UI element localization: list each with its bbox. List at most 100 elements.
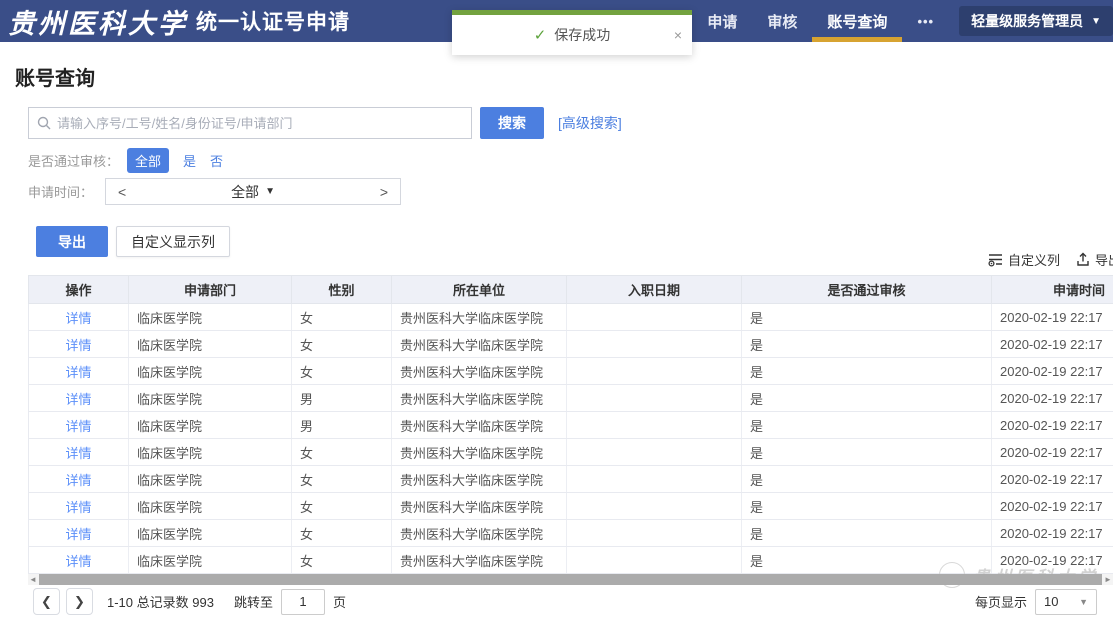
chevron-left-icon: ❮: [41, 594, 52, 610]
cell-approved: 是: [742, 385, 992, 412]
per-page-control: 每页显示 10 ▼: [975, 589, 1097, 615]
scroll-left-icon[interactable]: ◄: [28, 574, 38, 585]
advanced-search-link[interactable]: [高级搜索]: [558, 113, 622, 133]
prev-page-button[interactable]: ❮: [33, 588, 60, 615]
user-role-dropdown[interactable]: 轻量级服务管理员 ▼: [959, 6, 1113, 36]
audit-filter-label: 是否通过审核：: [28, 151, 119, 170]
cell-apply-time: 2020-02-19 22:17: [992, 358, 1113, 385]
cell-apply-time: 2020-02-19 22:17: [992, 331, 1113, 358]
next-page-button[interactable]: ❯: [66, 588, 93, 615]
cell-unit: 贵州医科大学临床医学院: [392, 493, 567, 520]
cell-gender: 男: [292, 385, 392, 412]
nav-more-button[interactable]: •••: [902, 0, 949, 42]
pager-controls: ❮ ❯: [33, 588, 93, 615]
cell-apply-time: 2020-02-19 22:17: [992, 412, 1113, 439]
results-table: 操作 申请部门 性别 所在单位 入职日期 是否通过审核 申请时间 详情 临床医学…: [28, 275, 1113, 574]
cell-gender: 女: [292, 547, 392, 574]
table-links: 自定义列 导出: [988, 250, 1113, 269]
col-header-unit: 所在单位: [392, 276, 567, 304]
col-header-approved: 是否通过审核: [742, 276, 992, 304]
per-page-label: 每页显示: [975, 592, 1027, 611]
scroll-right-icon[interactable]: ►: [1103, 574, 1113, 585]
detail-link[interactable]: 详情: [65, 446, 91, 461]
export-link-label: 导出: [1095, 250, 1113, 269]
detail-link[interactable]: 详情: [65, 311, 91, 326]
user-role-label: 轻量级服务管理员: [971, 11, 1083, 31]
jump-page-input[interactable]: [281, 589, 325, 615]
cell-gender: 女: [292, 493, 392, 520]
app-title: 统一认证号申请: [196, 6, 350, 36]
chevron-down-icon: ▼: [1079, 597, 1088, 607]
nav-item-apply[interactable]: 申请: [692, 0, 752, 42]
horizontal-scrollbar[interactable]: ◄ ►: [28, 574, 1113, 585]
close-icon[interactable]: ×: [674, 28, 682, 42]
cell-unit: 贵州医科大学临床医学院: [392, 358, 567, 385]
cell-hire-date: [567, 358, 742, 385]
page-unit-label: 页: [333, 592, 346, 611]
per-page-value: 10: [1044, 594, 1058, 609]
col-header-apply-time: 申请时间: [992, 276, 1113, 304]
cell-approved: 是: [742, 520, 992, 547]
per-page-select[interactable]: 10 ▼: [1035, 589, 1097, 615]
col-header-gender: 性别: [292, 276, 392, 304]
search-button[interactable]: 搜索: [480, 107, 544, 139]
cell-gender: 女: [292, 331, 392, 358]
cell-department: 临床医学院: [129, 358, 292, 385]
chevron-down-icon: ▼: [1091, 16, 1101, 27]
detail-link[interactable]: 详情: [65, 554, 91, 569]
customize-columns-link-label: 自定义列: [1008, 250, 1060, 269]
search-input[interactable]: [57, 116, 463, 131]
cell-department: 临床医学院: [129, 439, 292, 466]
table-row: 详情 临床医学院 女 贵州医科大学临床医学院 是 2020-02-19 22:1…: [29, 358, 1113, 385]
next-period-icon[interactable]: >: [380, 184, 388, 200]
cell-department: 临床医学院: [129, 547, 292, 574]
export-link[interactable]: 导出: [1076, 250, 1113, 269]
customize-columns-link[interactable]: 自定义列: [988, 250, 1060, 269]
cell-department: 临床医学院: [129, 331, 292, 358]
detail-link[interactable]: 详情: [65, 500, 91, 515]
table-row: 详情 临床医学院 女 贵州医科大学临床医学院 是 2020-02-19 22:1…: [29, 439, 1113, 466]
cell-gender: 女: [292, 520, 392, 547]
prev-period-icon[interactable]: <: [118, 184, 126, 200]
time-filter-row: 申请时间： < 全部 ▼ >: [28, 178, 401, 205]
cell-gender: 女: [292, 466, 392, 493]
audit-option-no[interactable]: 否: [210, 151, 223, 170]
cell-hire-date: [567, 412, 742, 439]
chevron-right-icon: ❯: [74, 594, 85, 610]
detail-link[interactable]: 详情: [65, 392, 91, 407]
cell-hire-date: [567, 439, 742, 466]
cell-approved: 是: [742, 304, 992, 331]
detail-link[interactable]: 详情: [65, 419, 91, 434]
audit-option-all[interactable]: 全部: [127, 148, 169, 173]
save-success-toast: ✓ 保存成功 ×: [452, 10, 692, 55]
detail-link[interactable]: 详情: [65, 338, 91, 353]
table-row: 详情 临床医学院 女 贵州医科大学临床医学院 是 2020-02-19 22:1…: [29, 493, 1113, 520]
cell-apply-time: 2020-02-19 22:17: [992, 547, 1113, 574]
cell-department: 临床医学院: [129, 385, 292, 412]
audit-option-yes[interactable]: 是: [183, 151, 196, 170]
time-range-dropdown[interactable]: 全部 ▼: [231, 182, 275, 202]
app-window: 贵州医科大学 统一认证号申请 申请 审核 账号查询 ••• 轻量级服务管理员 ▼…: [0, 0, 1113, 618]
scrollbar-thumb[interactable]: [39, 574, 1102, 585]
cell-gender: 女: [292, 439, 392, 466]
search-box: [28, 107, 472, 139]
detail-link[interactable]: 详情: [65, 527, 91, 542]
cell-department: 临床医学院: [129, 493, 292, 520]
col-header-action: 操作: [29, 276, 129, 304]
list-settings-icon: [988, 252, 1003, 267]
cell-unit: 贵州医科大学临床医学院: [392, 331, 567, 358]
customize-columns-button[interactable]: 自定义显示列: [116, 226, 230, 257]
export-button[interactable]: 导出: [36, 226, 108, 257]
pagination-bar: ❮ ❯ 1-10 总记录数 993 跳转至 页 每页显示 10 ▼: [0, 585, 1113, 618]
detail-link[interactable]: 详情: [65, 365, 91, 380]
nav-item-account-query[interactable]: 账号查询: [812, 0, 902, 42]
detail-link[interactable]: 详情: [65, 473, 91, 488]
upload-icon: [1076, 252, 1090, 267]
chevron-down-icon: ▼: [265, 186, 275, 197]
cell-approved: 是: [742, 412, 992, 439]
cell-apply-time: 2020-02-19 22:17: [992, 304, 1113, 331]
nav-item-review[interactable]: 审核: [752, 0, 812, 42]
cell-hire-date: [567, 466, 742, 493]
cell-approved: 是: [742, 466, 992, 493]
cell-approved: 是: [742, 493, 992, 520]
